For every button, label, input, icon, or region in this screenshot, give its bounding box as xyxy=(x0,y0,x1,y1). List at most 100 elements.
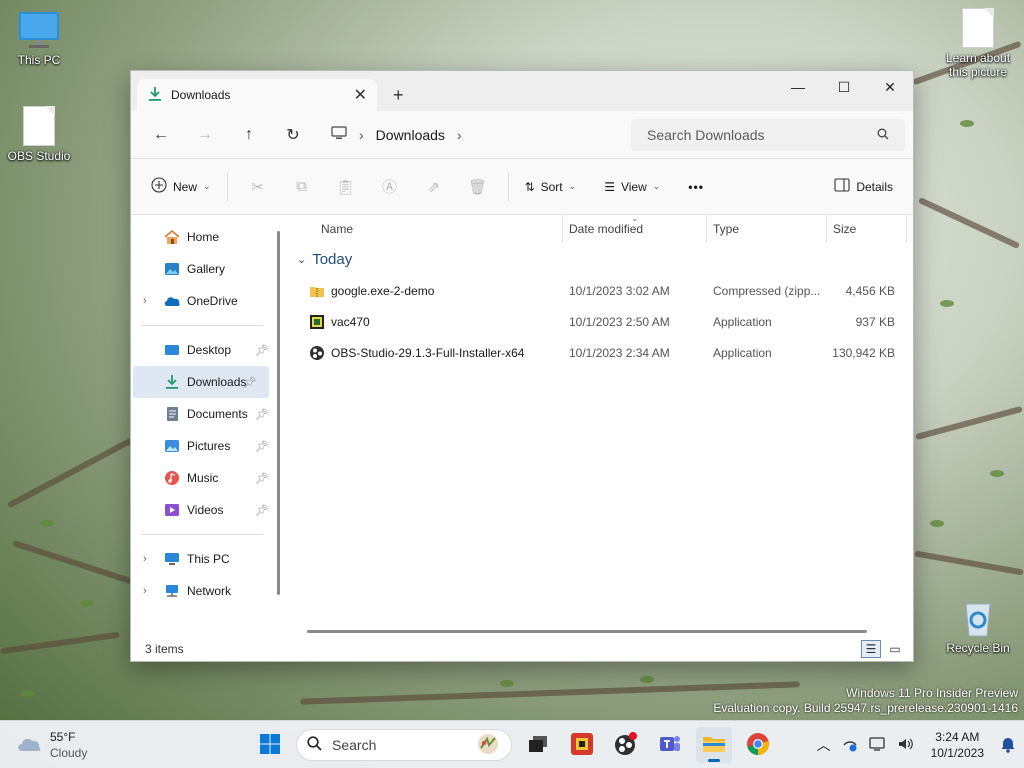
watermark-line: Windows 11 Pro Insider Preview xyxy=(846,686,1018,700)
column-header-size[interactable]: Size xyxy=(827,215,907,243)
breadcrumb-downloads[interactable]: Downloads xyxy=(376,127,445,143)
taskbar-app-chrome[interactable] xyxy=(740,727,776,763)
sidebar-item-home[interactable]: Home xyxy=(131,221,281,253)
pin-icon[interactable]: 📌︎ xyxy=(255,472,269,485)
system-tray: ︿ 3:24 AM 10/1/2023 xyxy=(817,721,1016,768)
close-button[interactable]: ✕ xyxy=(867,71,913,103)
horizontal-scrollbar[interactable] xyxy=(307,630,867,633)
sidebar-item-label: OneDrive xyxy=(187,294,238,308)
address-field[interactable]: › Downloads › xyxy=(321,119,611,151)
delete-button[interactable]: 🗑︎ xyxy=(456,171,500,203)
refresh-button[interactable]: ↻ xyxy=(271,119,315,151)
copy-icon: ⧉ xyxy=(296,178,307,195)
sidebar-item-music[interactable]: Music 📌︎ xyxy=(131,462,281,494)
navigation-scrollbar[interactable] xyxy=(277,231,280,595)
search-input[interactable]: Search Downloads xyxy=(631,118,905,151)
view-button[interactable]: ☰ View ⌄ xyxy=(596,171,668,203)
search-icon xyxy=(877,127,889,143)
sidebar-item-label: Downloads xyxy=(187,375,247,389)
sidebar-item-downloads[interactable]: Downloads 📌︎ xyxy=(133,366,269,398)
file-date: 10/1/2023 3:02 AM xyxy=(569,283,670,298)
documents-icon xyxy=(163,406,181,422)
sidebar-item-network[interactable]: › Network xyxy=(131,575,281,607)
clock[interactable]: 3:24 AM 10/1/2023 xyxy=(925,729,990,761)
trash-icon: 🗑︎ xyxy=(468,178,488,196)
sidebar-item-gallery[interactable]: Gallery xyxy=(131,253,281,285)
file-size: 937 KB xyxy=(855,314,895,329)
up-button[interactable]: ↑ xyxy=(227,119,271,151)
arrow-right-icon: → xyxy=(197,125,213,143)
pin-icon[interactable]: 📌︎ xyxy=(255,344,269,357)
taskbar-app-game[interactable] xyxy=(564,727,600,763)
status-bar: 3 items ☰ ▭ xyxy=(131,637,913,661)
sidebar-item-documents[interactable]: Documents 📌︎ xyxy=(131,398,281,430)
chevron-right-icon[interactable]: › xyxy=(457,127,462,143)
monitor-status-icon[interactable] xyxy=(868,736,887,755)
desktop-icon-this-pc[interactable]: This PC xyxy=(2,10,76,67)
table-row[interactable]: google.exe-2-demo 10/1/2023 3:02 AM Comp… xyxy=(287,275,913,306)
sidebar-item-desktop[interactable]: Desktop 📌︎ xyxy=(131,334,281,366)
minimize-button[interactable]: — xyxy=(775,71,821,103)
sort-button[interactable]: ⇅ Sort ⌄ xyxy=(517,171,585,203)
sidebar-item-pictures[interactable]: Pictures 📌︎ xyxy=(131,430,281,462)
copy-button[interactable]: ⧉ xyxy=(280,171,324,203)
taskbar-search-box[interactable]: Search xyxy=(296,729,512,761)
tiles-view-button[interactable]: ▭ xyxy=(885,640,905,658)
taskbar-app-obs[interactable] xyxy=(608,727,644,763)
table-row[interactable]: vac470 10/1/2023 2:50 AM Application 937… xyxy=(287,306,913,337)
share-button[interactable]: ⇗ xyxy=(412,171,456,203)
details-pane-button[interactable]: Details xyxy=(826,171,901,203)
desktop-icon-recycle-bin[interactable]: Recycle Bin xyxy=(938,598,1018,655)
sidebar-item-label: Pictures xyxy=(187,439,231,453)
volume-icon[interactable] xyxy=(897,736,915,755)
sidebar-item-onedrive[interactable]: › OneDrive xyxy=(131,285,281,317)
column-header-type[interactable]: Type xyxy=(707,215,827,243)
chevron-right-icon[interactable]: › xyxy=(359,127,364,143)
file-list-pane: Name Date modified Type Size ⌄ ⌄ Today g… xyxy=(287,213,913,637)
pin-icon[interactable]: 📌︎ xyxy=(243,376,257,389)
sidebar-item-label: Videos xyxy=(187,503,224,517)
chevron-right-icon[interactable]: › xyxy=(143,553,147,565)
download-icon xyxy=(163,374,181,390)
sidebar-item-this-pc[interactable]: › This PC xyxy=(131,543,281,575)
desktop-icon-learn-about-picture[interactable]: Learn about this picture xyxy=(938,8,1018,79)
chevron-right-icon[interactable]: › xyxy=(143,295,147,307)
group-header-today[interactable]: ⌄ Today xyxy=(287,243,913,275)
start-button[interactable] xyxy=(252,727,288,763)
taskbar-app-teams[interactable] xyxy=(652,727,688,763)
desktop-icon-label: Recycle Bin xyxy=(946,641,1010,655)
cut-button[interactable]: ✂ xyxy=(236,171,280,203)
task-view-button[interactable] xyxy=(520,727,556,763)
column-header-name[interactable]: Name xyxy=(287,215,563,243)
weather-temperature: 55°F xyxy=(50,730,76,744)
pin-icon[interactable]: 📌︎ xyxy=(255,440,269,453)
navigation-pane: Home Gallery › OneDrive Desktop 📌︎ Downl… xyxy=(131,215,281,637)
table-row[interactable]: OBS-Studio-29.1.3-Full-Installer-x64 10/… xyxy=(287,337,913,368)
forward-button[interactable]: → xyxy=(183,119,227,151)
paste-button[interactable]: 📋︎ xyxy=(324,171,368,203)
network-status-icon[interactable] xyxy=(841,736,859,755)
chevron-down-icon: ⌄ xyxy=(297,253,307,266)
sidebar-item-videos[interactable]: Videos 📌︎ xyxy=(131,494,281,526)
gallery-icon xyxy=(163,261,181,277)
notification-bell-icon[interactable] xyxy=(1000,735,1016,756)
new-tab-button[interactable]: + xyxy=(393,85,404,106)
weather-widget[interactable]: 55°F Cloudy xyxy=(16,729,87,761)
new-button[interactable]: New ⌄ xyxy=(143,171,219,203)
windows-logo-icon xyxy=(259,733,281,758)
taskbar-app-file-explorer[interactable] xyxy=(696,727,732,763)
chevron-up-icon[interactable]: ︿ xyxy=(817,735,831,755)
maximize-button[interactable]: ☐ xyxy=(821,71,867,103)
application-icon xyxy=(309,314,325,330)
rename-button[interactable]: Ⓐ xyxy=(368,171,412,203)
chevron-right-icon[interactable]: › xyxy=(143,585,147,597)
tab-close-button[interactable]: ✕ xyxy=(354,85,367,105)
more-options-button[interactable]: ••• xyxy=(680,171,712,203)
details-view-button[interactable]: ☰ xyxy=(861,640,881,658)
title-bar[interactable]: Downloads ✕ + — ☐ ✕ xyxy=(131,71,913,111)
desktop-icon-obs-studio[interactable]: OBS Studio xyxy=(2,106,76,163)
tab-downloads[interactable]: Downloads ✕ xyxy=(137,79,377,111)
back-button[interactable]: ← xyxy=(139,119,183,151)
pin-icon[interactable]: 📌︎ xyxy=(255,504,269,517)
pin-icon[interactable]: 📌︎ xyxy=(255,408,269,421)
